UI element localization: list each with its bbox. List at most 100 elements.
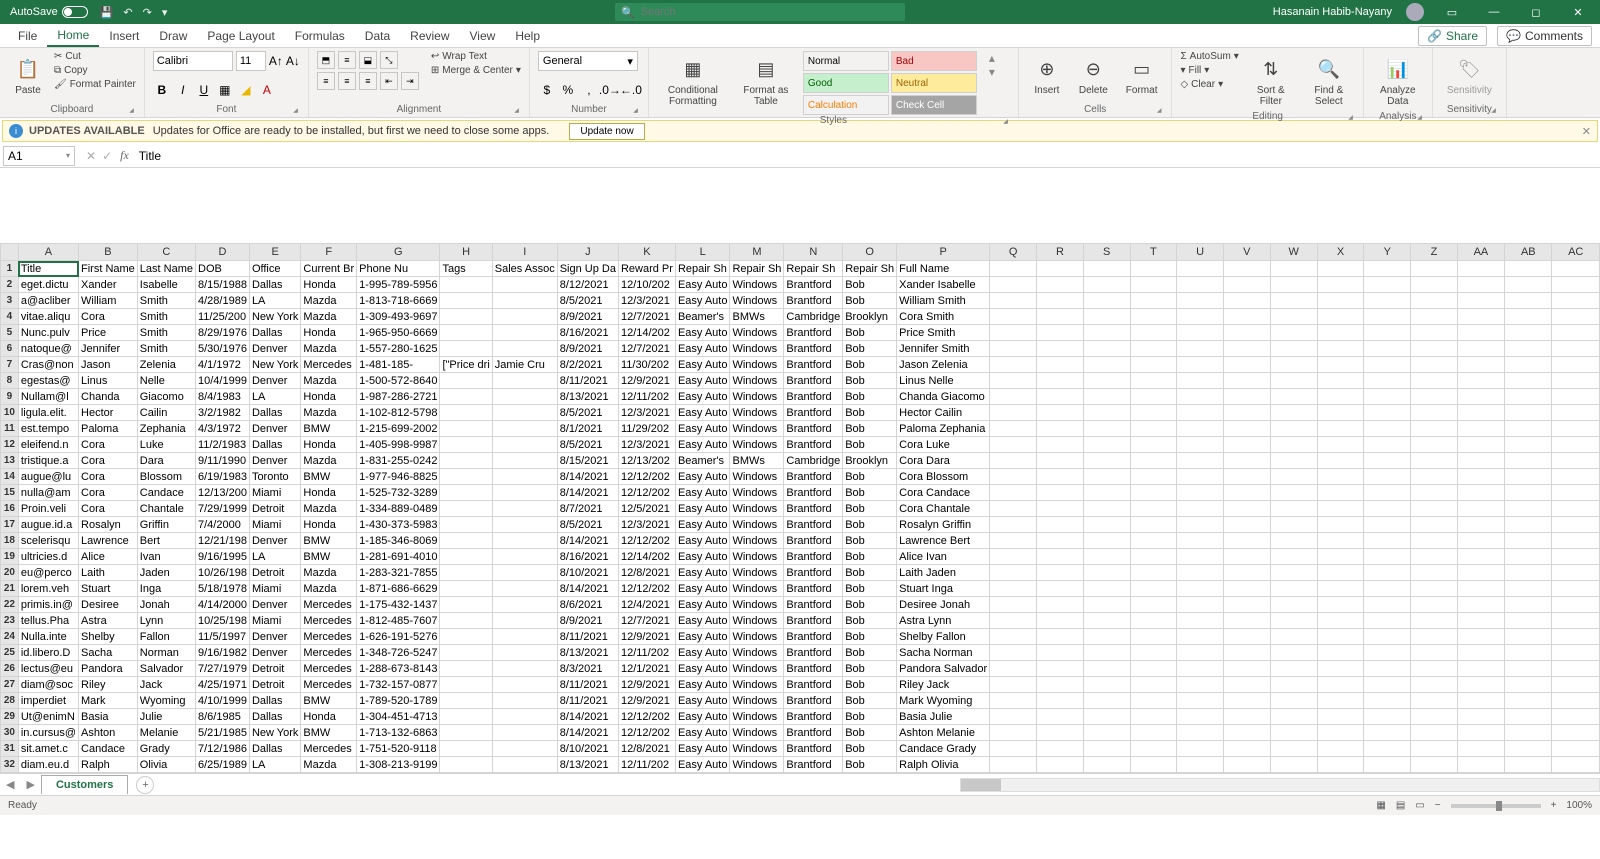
cell[interactable]: 12/3/2021 [618, 293, 675, 309]
cell[interactable] [1457, 741, 1504, 757]
autosum-button[interactable]: ΣAutoSum ▾ [1180, 51, 1238, 62]
cell[interactable] [1223, 341, 1270, 357]
cell[interactable]: Brantford [784, 565, 843, 581]
cell[interactable] [492, 549, 557, 565]
cell[interactable]: Easy Auto [675, 341, 730, 357]
column-header-AC[interactable]: AC [1552, 244, 1600, 261]
cell[interactable]: Brantford [784, 485, 843, 501]
cell[interactable] [440, 661, 492, 677]
cell[interactable]: Nunc.pulv [18, 325, 78, 341]
cell[interactable] [1364, 565, 1411, 581]
cell[interactable] [492, 405, 557, 421]
undo-icon[interactable]: ↶ [123, 6, 132, 19]
cell[interactable] [1037, 325, 1084, 341]
cell[interactable]: 8/7/2021 [557, 501, 618, 517]
cell[interactable] [1270, 325, 1317, 341]
cell[interactable]: Dallas [249, 741, 300, 757]
cell[interactable] [1317, 741, 1364, 757]
cell[interactable] [1411, 757, 1458, 773]
font-name-input[interactable] [153, 51, 233, 71]
tab-insert[interactable]: Insert [99, 26, 149, 46]
cell[interactable]: 1-713-132-6863 [357, 725, 440, 741]
cell[interactable]: 8/13/2021 [557, 389, 618, 405]
cell[interactable] [1364, 693, 1411, 709]
row-header[interactable]: 4 [1, 309, 19, 325]
cell[interactable] [1083, 757, 1130, 773]
cell[interactable]: 1-281-691-4010 [357, 549, 440, 565]
cell[interactable] [440, 757, 492, 773]
cell[interactable]: 1-831-255-0242 [357, 453, 440, 469]
cell[interactable]: Windows [730, 421, 784, 437]
cell[interactable]: 1-102-812-5798 [357, 405, 440, 421]
cell[interactable] [990, 261, 1037, 277]
cell[interactable]: Honda [301, 325, 357, 341]
cell[interactable]: Jason Zelenia [897, 357, 990, 373]
cell[interactable] [1130, 581, 1177, 597]
cell[interactable] [990, 405, 1037, 421]
cell[interactable]: 1-215-699-2002 [357, 421, 440, 437]
cell[interactable]: 7/4/2000 [196, 517, 250, 533]
cell[interactable] [1037, 389, 1084, 405]
cell[interactable]: Denver [249, 421, 300, 437]
cell[interactable]: Brantford [784, 389, 843, 405]
cell[interactable]: Easy Auto [675, 501, 730, 517]
cell[interactable]: Astra Lynn [897, 613, 990, 629]
cell[interactable] [1130, 565, 1177, 581]
cell[interactable] [1270, 661, 1317, 677]
cell[interactable]: Easy Auto [675, 661, 730, 677]
cell[interactable]: Linus [79, 373, 138, 389]
cell[interactable] [1177, 517, 1224, 533]
ribbon-display-icon[interactable]: ▭ [1438, 6, 1466, 19]
cell[interactable]: Windows [730, 437, 784, 453]
autosave-toggle[interactable]: AutoSave [10, 6, 88, 18]
cell[interactable]: Brantford [784, 293, 843, 309]
cell[interactable] [1177, 693, 1224, 709]
cell[interactable]: Basia [79, 709, 138, 725]
cell[interactable]: Paloma Zephania [897, 421, 990, 437]
cell[interactable]: Cambridge [784, 453, 843, 469]
cell[interactable] [1317, 533, 1364, 549]
qat-more-icon[interactable]: ▾ [162, 6, 168, 19]
column-header-K[interactable]: K [618, 244, 675, 261]
row-header[interactable]: 29 [1, 709, 19, 725]
cell[interactable] [1364, 533, 1411, 549]
cell[interactable] [1270, 293, 1317, 309]
cell[interactable]: Bob [843, 357, 897, 373]
cell[interactable] [1457, 517, 1504, 533]
cell[interactable] [1317, 421, 1364, 437]
cell[interactable]: Mercedes [301, 613, 357, 629]
cell[interactable] [1552, 629, 1600, 645]
cell[interactable] [1270, 389, 1317, 405]
view-page-break-icon[interactable]: ▭ [1415, 800, 1424, 811]
cell[interactable] [492, 741, 557, 757]
update-now-button[interactable]: Update now [569, 123, 644, 140]
cell[interactable]: Ut@enimN [18, 709, 78, 725]
style-normal[interactable]: Normal [803, 51, 889, 71]
cell[interactable]: Mercedes [301, 741, 357, 757]
cell[interactable] [1130, 501, 1177, 517]
cell[interactable] [1083, 453, 1130, 469]
cell[interactable]: 12/12/202 [618, 533, 675, 549]
cell[interactable]: Windows [730, 629, 784, 645]
cell[interactable] [1130, 277, 1177, 293]
cell[interactable]: 1-557-280-1625 [357, 341, 440, 357]
cell[interactable] [1364, 709, 1411, 725]
cell[interactable] [1130, 725, 1177, 741]
cell[interactable] [1130, 341, 1177, 357]
cell[interactable] [1505, 661, 1552, 677]
cell[interactable] [1411, 405, 1458, 421]
cell[interactable]: Easy Auto [675, 597, 730, 613]
cell[interactable]: 8/14/2021 [557, 485, 618, 501]
cell[interactable] [1411, 389, 1458, 405]
cell[interactable]: 8/6/1985 [196, 709, 250, 725]
cell[interactable]: Brantford [784, 709, 843, 725]
cell[interactable]: Easy Auto [675, 725, 730, 741]
cell[interactable] [1270, 581, 1317, 597]
cell[interactable]: vitae.aliqu [18, 309, 78, 325]
cell[interactable]: 12/12/202 [618, 469, 675, 485]
toggle-switch[interactable] [62, 6, 88, 18]
cell[interactable] [990, 693, 1037, 709]
cell[interactable] [1411, 613, 1458, 629]
cell[interactable]: Dallas [249, 325, 300, 341]
cell[interactable]: Xander Isabelle [897, 277, 990, 293]
